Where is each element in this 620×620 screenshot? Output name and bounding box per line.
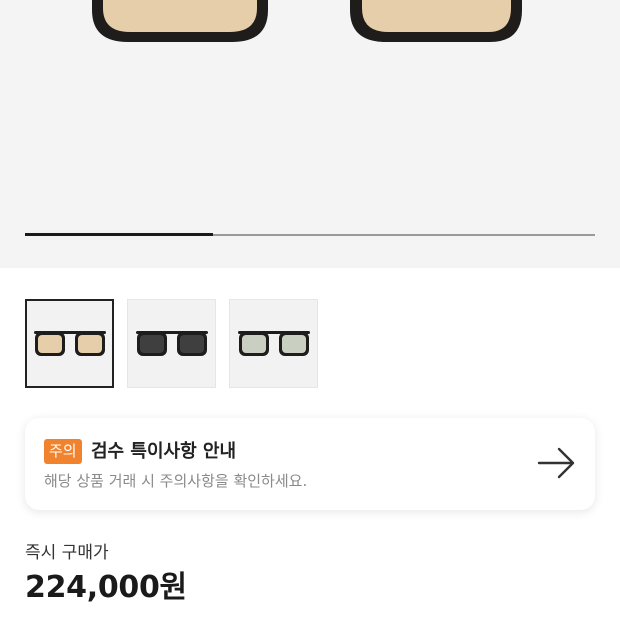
inspection-notice-card[interactable]: 주의 검수 특이사항 안내 해당 상품 거래 시 주의사항을 확인하세요. (25, 418, 595, 510)
sunglasses-thumbnail-icon (33, 330, 106, 356)
caution-badge: 주의 (44, 439, 82, 464)
instant-buy-price: 224,000원 (25, 570, 187, 605)
thumbnail-green-lens[interactable] (229, 299, 318, 388)
thumbnail-dark-lens[interactable] (127, 299, 216, 388)
notice-title: 검수 특이사항 안내 (91, 441, 237, 462)
sunglasses-thumbnail-icon (237, 330, 310, 356)
notice-subtitle: 해당 상품 거래 시 주의사항을 확인하세요. (44, 472, 308, 490)
gallery-progress-bar (25, 233, 595, 236)
instant-buy-price-label: 즉시 구매가 (25, 543, 109, 563)
gallery-progress-fill (25, 233, 214, 236)
arrow-right-icon[interactable] (537, 445, 577, 481)
thumbnail-list (25, 299, 318, 388)
sunglasses-photo (92, 0, 522, 42)
thumbnail-brown-lens[interactable] (25, 299, 114, 388)
sunglasses-thumbnail-icon (135, 330, 208, 356)
product-image-gallery[interactable] (0, 0, 620, 268)
